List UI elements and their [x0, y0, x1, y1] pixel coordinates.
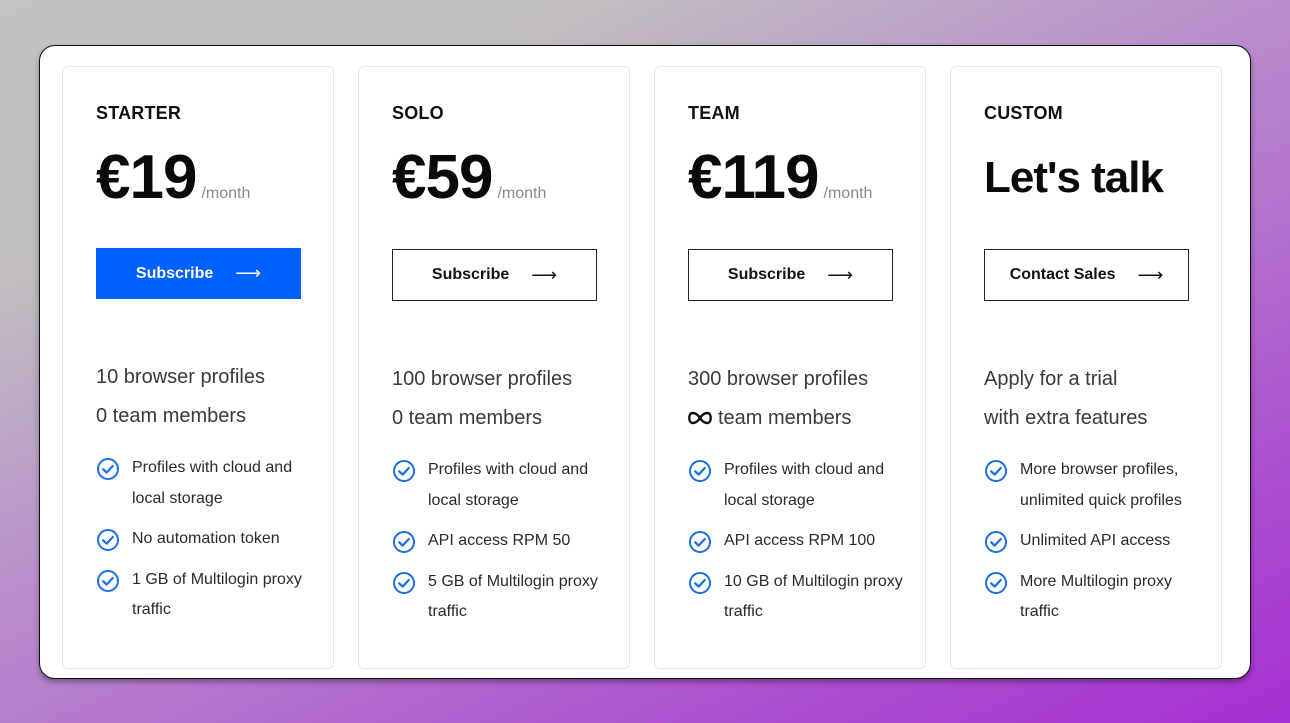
plan-price: €59: [392, 143, 493, 212]
plan-name: SOLO: [392, 103, 444, 123]
feature-item: More browser profiles, unlimited quick p…: [984, 455, 1207, 516]
contact-sales-button[interactable]: Contact Sales ⟶: [984, 249, 1189, 301]
feature-text: 1 GB of Multilogin proxy traffic: [132, 570, 302, 619]
check-circle-icon: [689, 571, 711, 594]
arrow-right-icon: ⟶: [531, 264, 558, 285]
trial-line: Apply for a trial: [984, 368, 1118, 390]
plan-name: TEAM: [688, 103, 740, 123]
feature-text: API access RPM 50: [428, 532, 571, 549]
arrow-right-icon: ⟶: [235, 263, 262, 283]
subscribe-button[interactable]: Subscribe ⟶: [688, 249, 893, 301]
team-members-row: team members: [688, 399, 868, 438]
feature-text: No automation token: [132, 530, 280, 547]
check-circle-icon: [393, 460, 415, 482]
price-period: /month: [823, 185, 873, 202]
check-circle-icon: [393, 531, 415, 553]
feature-text: API access RPM 100: [724, 532, 876, 549]
check-circle-icon: [97, 458, 119, 480]
plan-card-solo: SOLO €59 /month Subscribe ⟶ 100 browser …: [358, 66, 630, 669]
price-row: €119 /month: [688, 145, 872, 211]
plan-summary: 300 browser profiles team members: [688, 360, 868, 437]
arrow-right-icon: ⟶: [827, 264, 854, 285]
plan-name: STARTER: [96, 103, 182, 123]
price-row: €19 /month: [96, 145, 250, 211]
feature-text: Profiles with cloud and local storage: [132, 459, 293, 507]
feature-item: More Multilogin proxy traffic: [984, 567, 1207, 628]
price-period: /month: [497, 185, 547, 202]
feature-text: More Multilogin proxy traffic: [1020, 572, 1173, 621]
feature-text: Profiles with cloud and local storage: [428, 461, 589, 509]
feature-item: 5 GB of Multilogin proxy traffic: [392, 567, 615, 628]
check-circle-icon: [985, 460, 1007, 482]
feature-item: API access RPM 50: [392, 526, 615, 557]
subscribe-button[interactable]: Subscribe ⟶: [392, 249, 597, 301]
plan-headline: Let's talk: [984, 153, 1164, 202]
team-members: 0 team members: [96, 404, 247, 427]
plan-card-custom: CUSTOM Let's talk Contact Sales ⟶ Apply …: [950, 66, 1222, 669]
infinity-icon: [688, 411, 712, 424]
plan-name: CUSTOM: [984, 103, 1063, 123]
check-circle-icon: [393, 571, 415, 594]
feature-text: Profiles with cloud and local storage: [724, 461, 885, 509]
pricing-panel: STARTER €19 /month Subscribe ⟶ 10 browse…: [39, 45, 1251, 679]
plan-summary: 10 browser profiles 0 team members: [96, 358, 265, 435]
feature-list: More browser profiles, unlimited quick p…: [984, 455, 1207, 638]
price-period: /month: [201, 185, 251, 202]
team-members: 0 team members: [392, 406, 543, 429]
feature-text: More browser profiles, unlimited quick p…: [1020, 461, 1182, 509]
arrow-right-icon: ⟶: [1137, 264, 1164, 285]
check-circle-icon: [985, 571, 1007, 594]
feature-item: Profiles with cloud and local storage: [96, 453, 319, 514]
plan-price: €19: [96, 143, 197, 212]
feature-item: 10 GB of Multilogin proxy traffic: [688, 567, 911, 628]
plan-price: €119: [688, 143, 820, 212]
feature-text: Unlimited API access: [1020, 532, 1171, 549]
plan-summary: 100 browser profiles 0 team members: [392, 360, 572, 437]
browser-profiles: 10 browser profiles: [96, 366, 265, 388]
feature-text: 10 GB of Multilogin proxy traffic: [724, 572, 903, 621]
check-circle-icon: [985, 531, 1007, 553]
extra-features-line: with extra features: [984, 406, 1148, 429]
browser-profiles: 100 browser profiles: [392, 368, 573, 390]
feature-item: 1 GB of Multilogin proxy traffic: [96, 565, 319, 626]
plan-card-team: TEAM €119 /month Subscribe ⟶ 300 browser…: [654, 66, 926, 669]
check-circle-icon: [689, 460, 711, 482]
team-members: team members: [718, 406, 852, 429]
check-circle-icon: [97, 529, 119, 551]
feature-item: Profiles with cloud and local storage: [688, 455, 911, 516]
check-circle-icon: [97, 569, 119, 592]
check-circle-icon: [689, 531, 711, 553]
subscribe-button-label: Subscribe: [431, 266, 510, 283]
plan-summary: Apply for a trial with extra features: [984, 360, 1147, 437]
subscribe-button-label: Subscribe: [135, 264, 214, 282]
feature-item: No automation token: [96, 524, 319, 555]
contact-sales-button-label: Contact Sales: [1009, 266, 1116, 283]
feature-item: API access RPM 100: [688, 526, 911, 557]
feature-list: Profiles with cloud and local storage No…: [96, 453, 319, 636]
feature-item: Unlimited API access: [984, 526, 1207, 557]
subscribe-button-label: Subscribe: [727, 266, 806, 283]
subscribe-button[interactable]: Subscribe ⟶: [96, 248, 301, 299]
plan-card-starter: STARTER €19 /month Subscribe ⟶ 10 browse…: [62, 66, 334, 669]
price-row: €59 /month: [392, 145, 546, 211]
feature-list: Profiles with cloud and local storage AP…: [688, 455, 911, 638]
feature-text: 5 GB of Multilogin proxy traffic: [428, 572, 598, 621]
feature-list: Profiles with cloud and local storage AP…: [392, 455, 615, 638]
feature-item: Profiles with cloud and local storage: [392, 455, 615, 516]
browser-profiles: 300 browser profiles: [688, 368, 869, 390]
